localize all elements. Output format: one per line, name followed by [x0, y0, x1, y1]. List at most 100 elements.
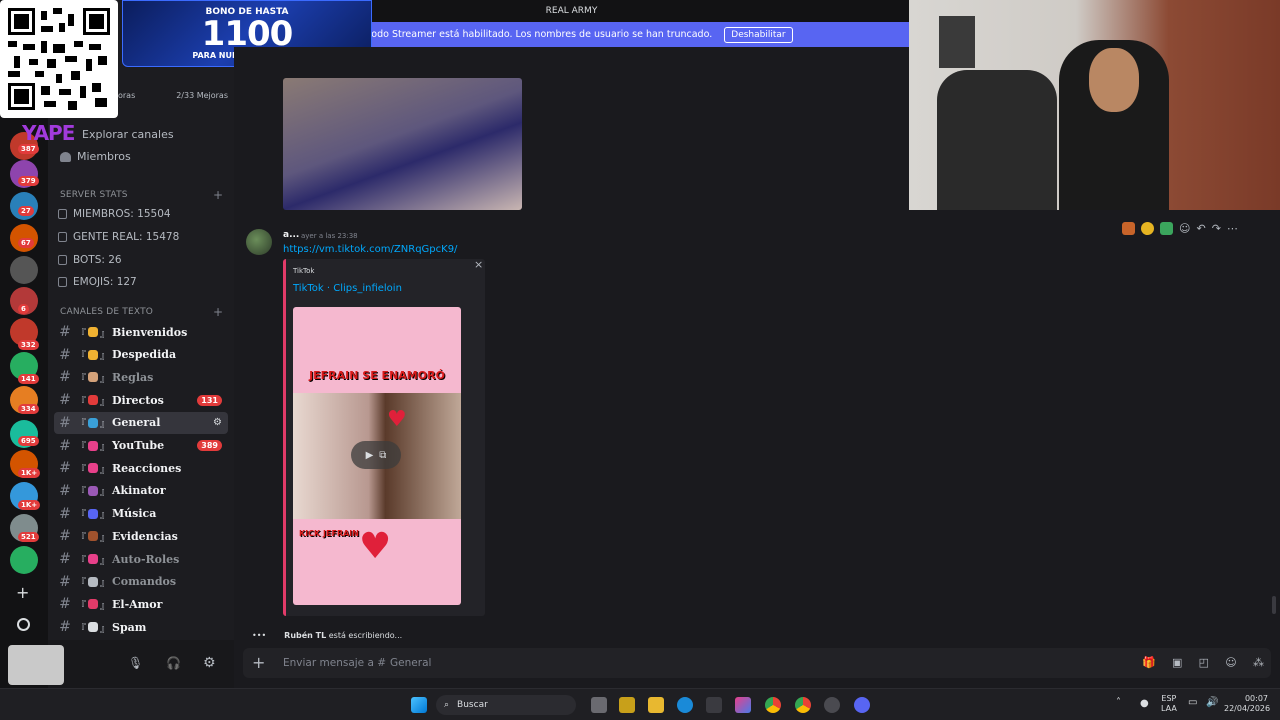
taskbar-search[interactable]: ⌕ Buscar — [436, 695, 576, 715]
bracket-decoration: 』 — [100, 396, 110, 408]
play-button[interactable]: ▶ ⧉ — [351, 441, 401, 469]
video-thumbnail[interactable]: JEFRAIN SE ENAMORÓ ♥ KICK JEFRAIN ♥ ▶ ⧉ — [293, 307, 461, 605]
channel-name: Comandos — [112, 575, 177, 589]
emoji-icon[interactable]: ☺ — [1225, 656, 1236, 669]
bracket-decoration: 『 — [76, 487, 86, 499]
qr-code-overlay — [0, 0, 118, 118]
channel-m-sica[interactable]: # 『 』 Música — [54, 503, 228, 525]
typing-suffix: está escribiendo... — [328, 631, 403, 640]
explore-channels[interactable]: Explorar canales — [82, 128, 174, 141]
add-server-icon[interactable]: + — [16, 583, 29, 602]
channel-el-amor[interactable]: # 『 』 El-Amor — [54, 593, 228, 615]
channel-settings-icon[interactable]: ⚙ — [213, 417, 222, 428]
microphone-icon[interactable]: 🎙 — [128, 656, 143, 670]
gif-icon[interactable]: ▣ — [1172, 656, 1182, 669]
members-item[interactable]: Miembros — [60, 150, 131, 163]
tray-app-icon[interactable]: ● — [1140, 698, 1149, 709]
message-author[interactable]: a... — [283, 230, 299, 240]
add-channel-icon[interactable]: + — [213, 188, 223, 202]
discord-icon[interactable] — [854, 697, 870, 713]
server-icon[interactable] — [10, 546, 38, 574]
composer-placeholder[interactable]: Enviar mensaje a # General — [283, 657, 431, 669]
server-icon[interactable] — [10, 256, 38, 284]
hash-icon: # — [59, 346, 71, 363]
previous-image-attachment[interactable] — [283, 78, 522, 210]
reply-icon[interactable]: ↶ — [1196, 222, 1205, 235]
attach-plus-icon[interactable]: + — [252, 653, 265, 672]
text-channels-header[interactable]: CANALES DE TEXTO — [60, 307, 153, 317]
channel-directos[interactable]: # 『 』 Directos 131 — [54, 389, 228, 411]
bracket-decoration: 『 — [76, 351, 86, 363]
chrome-icon[interactable] — [765, 697, 781, 713]
file-explorer-icon[interactable] — [648, 697, 664, 713]
hash-icon: # — [59, 392, 71, 409]
channel-name: Spam — [112, 620, 147, 634]
reaction-laugh-icon[interactable] — [1141, 221, 1154, 235]
disable-streamer-button[interactable]: Deshabilitar — [724, 26, 793, 43]
hash-icon: # — [59, 505, 71, 522]
apps-icon[interactable]: ⁂ — [1253, 656, 1264, 669]
bracket-decoration: 『 — [76, 623, 86, 635]
chat-scrollbar[interactable] — [1272, 596, 1276, 614]
channel-evidencias[interactable]: # 『 』 Evidencias — [54, 525, 228, 547]
channel-name: Bienvenidos — [112, 325, 188, 339]
channel-emoji-icon — [88, 327, 98, 337]
stat-channel[interactable]: MIEMBROS: 15504 — [58, 208, 171, 220]
channel-akinator[interactable]: # 『 』 Akinator — [54, 480, 228, 502]
discover-servers-icon[interactable] — [17, 618, 30, 631]
stat-channel[interactable]: BOTS: 26 — [58, 254, 122, 266]
copilot-icon[interactable] — [735, 697, 751, 713]
stat-channel[interactable]: GENTE REAL: 15478 — [58, 231, 179, 243]
channel-youtube[interactable]: # 『 』 YouTube 389 — [54, 435, 228, 457]
headphones-icon[interactable]: 🎧 — [166, 656, 181, 670]
add-reaction-icon[interactable]: ☺ — [1179, 222, 1190, 235]
taskbar-clock[interactable]: 00:07 22/04/2026 — [1224, 694, 1270, 714]
windows-start-icon[interactable] — [411, 697, 427, 713]
settings-gear-icon[interactable]: ⚙ — [203, 655, 216, 671]
monitor-icon[interactable]: ▭ — [1188, 697, 1197, 708]
add-text-channel-icon[interactable]: + — [213, 305, 223, 319]
stat-channel[interactable]: EMOJIS: 127 — [58, 276, 137, 288]
bracket-decoration: 』 — [100, 419, 110, 431]
channel-emoji-icon — [88, 463, 98, 474]
store-icon[interactable] — [706, 697, 722, 713]
task-view-icon[interactable] — [591, 697, 607, 713]
volume-icon[interactable]: 🔊 — [1206, 697, 1218, 708]
reaction-check-icon[interactable] — [1160, 221, 1173, 235]
gift-icon[interactable]: 🎁 — [1142, 656, 1156, 669]
language-indicator[interactable]: ESP LAA — [1161, 694, 1177, 714]
forward-icon[interactable]: ↷ — [1212, 222, 1221, 235]
message-link[interactable]: https://vm.tiktok.com/ZNRqGpcK9/ — [283, 244, 457, 255]
tray-chevron-icon[interactable]: ˄ — [1116, 697, 1121, 708]
channel-spam[interactable]: # 『 』 Spam — [54, 616, 228, 638]
close-embed-icon[interactable]: × — [474, 258, 483, 271]
bracket-decoration: 『 — [76, 600, 86, 612]
stat-label: EMOJIS: 127 — [73, 276, 137, 288]
boost-progress[interactable]: oras 2/33 Mejoras — [118, 91, 228, 105]
stats-header[interactable]: SERVER STATS — [60, 190, 128, 200]
app-w-icon[interactable] — [619, 697, 635, 713]
thumbnail-small-caption: KICK JEFRAIN — [299, 529, 359, 538]
user-avatar[interactable] — [8, 645, 64, 685]
bracket-decoration: 『 — [76, 510, 86, 522]
sticker-icon[interactable]: ◰ — [1199, 656, 1209, 669]
obs-icon[interactable] — [824, 697, 840, 713]
channel-reacciones[interactable]: # 『 』 Reacciones — [54, 457, 228, 479]
channel-auto-roles[interactable]: # 『 』 Auto-Roles — [54, 548, 228, 570]
channel-emoji-icon — [88, 417, 98, 428]
channel-name: Música — [112, 507, 157, 521]
chrome-profile-icon[interactable] — [795, 697, 811, 713]
channel-despedida[interactable]: # 『 』 Despedida — [54, 344, 228, 366]
edge-icon[interactable] — [677, 697, 693, 713]
embed-title[interactable]: TikTok · Clips_infieloin — [293, 283, 402, 294]
channel-name: Directos — [112, 393, 164, 407]
channel-reglas[interactable]: # 『 』 Reglas — [54, 366, 228, 388]
server-mention-badge: 332 — [18, 340, 39, 350]
channel-comandos[interactable]: # 『 』 Comandos — [54, 571, 228, 593]
channel-general[interactable]: # 『 』 General ⚙ — [54, 411, 228, 434]
channel-bienvenidos[interactable]: # 『 』 Bienvenidos — [54, 321, 228, 343]
message-author-avatar[interactable] — [246, 229, 272, 255]
more-icon[interactable]: ⋯ — [1227, 222, 1238, 235]
channel-emoji-icon — [88, 485, 98, 496]
reaction-fire-icon[interactable] — [1122, 221, 1135, 235]
